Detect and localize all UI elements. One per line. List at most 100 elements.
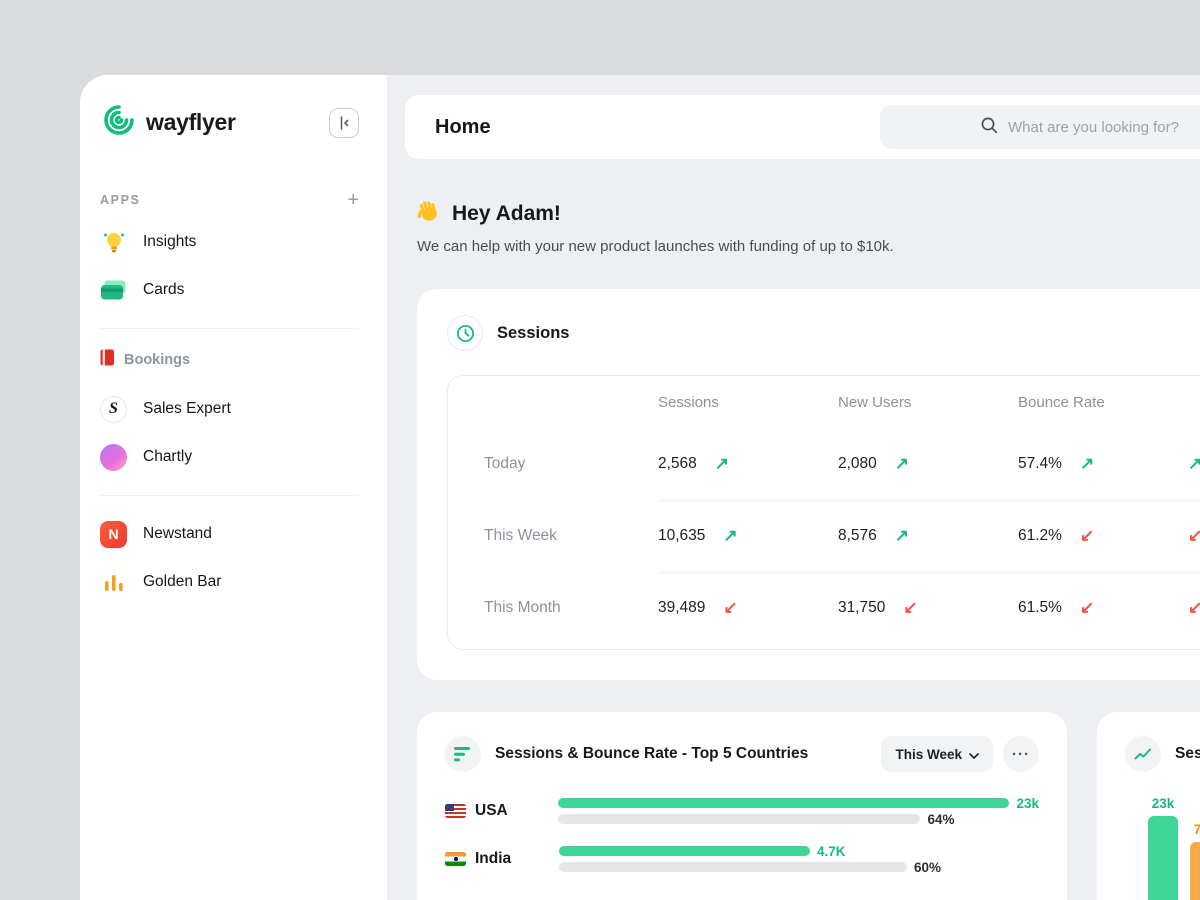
- clipped-trend-cell: ↗: [1188, 454, 1200, 474]
- metric-cell: 2,080 ↗: [838, 454, 1018, 474]
- trend-up-icon: ↗: [723, 526, 737, 546]
- green-card-icon: [100, 280, 127, 300]
- more-options-button[interactable]: ···: [1003, 736, 1039, 772]
- metric-cell: 31,750↙: [838, 598, 1018, 618]
- clipped-trend-cell: ↙: [1188, 598, 1200, 618]
- trend-up-icon: ↗: [895, 526, 909, 546]
- trend-down-icon: ↙: [723, 598, 737, 618]
- bookings-menu: S Sales Expert Chartly: [100, 385, 359, 481]
- greeting-subtitle: We can help with your new product launch…: [417, 238, 1200, 255]
- add-app-button[interactable]: +: [347, 190, 359, 210]
- metric-value: 31,750: [838, 599, 885, 617]
- search-icon: [980, 116, 998, 139]
- country-row: USA23k64%: [445, 798, 1039, 824]
- menu-item-label: Chartly: [143, 448, 192, 466]
- search-input[interactable]: [1008, 119, 1200, 136]
- sessions-table: Sessions New Users Bounce Rate Today2,56…: [447, 375, 1200, 650]
- trend-down-icon: ↙: [1188, 598, 1200, 617]
- top-bar: Home: [405, 95, 1200, 159]
- countries-card-title: Sessions & Bounce Rate - Top 5 Countries: [495, 745, 808, 763]
- trend-down-icon: ↙: [1080, 598, 1094, 618]
- metric-cell: 39,489↙: [658, 598, 838, 618]
- trend-up-icon: ↗: [895, 454, 909, 474]
- bounce-bar-line: 60%: [559, 862, 941, 872]
- sessions-card: Sessions Sessions New Users Bounce Rate …: [417, 289, 1200, 680]
- mini-bar: [1190, 842, 1200, 900]
- metric-cell: 61.5% ↙: [1018, 598, 1188, 618]
- metric-value: 2,080: [838, 455, 877, 473]
- table-row: This Week10,635 ↗ 8,576 ↗ 61.2%↙↙: [484, 500, 1200, 572]
- sessions-bar-line: 4.7K: [559, 846, 941, 856]
- mini-bar-value: 72k: [1194, 822, 1200, 837]
- sessions-table-rows: Today2,568↗2,080↗57.4%↗↗This Week10,635↗…: [484, 428, 1200, 644]
- sidebar-item-insights[interactable]: Insights: [100, 218, 359, 266]
- sessions-mini-card: Sessions 23k72k: [1097, 712, 1200, 900]
- menu-item-label: Golden Bar: [143, 573, 221, 591]
- mini-bar-column: 72k: [1190, 822, 1200, 900]
- column-header-bounce-rate: Bounce Rate: [1018, 394, 1188, 411]
- sessions-bar: [559, 846, 810, 856]
- country-row: India 4.7K 60%: [445, 846, 1039, 872]
- chevron-down-icon: [969, 747, 979, 762]
- menu-item-label: Cards: [143, 281, 184, 299]
- table-header-row: Sessions New Users Bounce Rate: [484, 376, 1200, 428]
- countries-card: Sessions & Bounce Rate - Top 5 Countries…: [417, 712, 1067, 900]
- countries-chart: USA23k64%India4.7K60%: [445, 798, 1039, 872]
- bar-chart-icon: [445, 736, 481, 772]
- sidebar-divider: [100, 495, 359, 496]
- sidebar-item-cards[interactable]: Cards: [100, 266, 359, 314]
- trend-down-icon: ↙: [1080, 526, 1094, 546]
- sessions-card-title: Sessions: [497, 324, 569, 343]
- bottom-cards-row: Sessions & Bounce Rate - Top 5 Countries…: [417, 712, 1200, 900]
- sidebar-item-sales-expert[interactable]: S Sales Expert: [100, 385, 359, 433]
- india-flag-icon: [445, 852, 466, 866]
- brand: wayflyer: [100, 101, 236, 144]
- metric-cell: 57.4%↗: [1018, 454, 1188, 474]
- sidebar-divider: [100, 328, 359, 329]
- search-box[interactable]: [880, 105, 1200, 149]
- lightbulb-icon: [100, 230, 127, 254]
- country-label: USA: [475, 802, 508, 820]
- mini-bar-value: 23k: [1152, 796, 1175, 811]
- apps-section-label: APPS: [100, 193, 140, 207]
- table-row: Today2,568↗2,080↗57.4%↗↗: [484, 428, 1200, 500]
- bounce-bar: [558, 814, 920, 824]
- sidebar: wayflyer APPS +: [80, 75, 387, 900]
- trend-down-icon: ↙: [1188, 526, 1200, 545]
- metric-cell: 10,635 ↗: [658, 526, 838, 546]
- time-filter-dropdown[interactable]: This Week: [881, 736, 993, 772]
- metric-cell: 2,568↗: [658, 454, 838, 474]
- apps-menu: Insights Cards: [100, 218, 359, 314]
- wayflyer-logo-icon: [100, 101, 138, 144]
- metric-cell: 61.2%↙: [1018, 526, 1188, 546]
- golden-bar-icon: [100, 573, 127, 591]
- country-name: India: [445, 850, 559, 868]
- sessions-bar: [558, 798, 1009, 808]
- sidebar-item-golden-bar[interactable]: Golden Bar: [100, 558, 359, 606]
- row-label: This Week: [484, 527, 658, 545]
- wave-hand-icon: [417, 199, 442, 229]
- greeting-block: Hey Adam! We can help with your new prod…: [417, 199, 1200, 255]
- country-label: India: [475, 850, 511, 868]
- country-bars: 23k64%: [558, 798, 1039, 824]
- mini-bar: [1148, 816, 1178, 900]
- bounce-value: 60%: [914, 860, 941, 875]
- sessions-bar-line: 23k: [558, 798, 1039, 808]
- trend-up-icon: ↗: [1188, 454, 1200, 473]
- metric-value: 10,635: [658, 527, 705, 545]
- sidebar-item-chartly[interactable]: Chartly: [100, 433, 359, 481]
- red-book-icon: [100, 349, 115, 371]
- bounce-bar: [559, 862, 907, 872]
- bookings-section-header: Bookings: [100, 343, 359, 377]
- page-title: Home: [435, 116, 491, 139]
- sidebar-collapse-button[interactable]: [329, 108, 359, 138]
- bounce-value: 64%: [927, 812, 954, 827]
- metric-value: 2,568: [658, 455, 697, 473]
- sidebar-item-newstand[interactable]: N Newstand: [100, 510, 359, 558]
- metric-value: 61.5%: [1018, 599, 1062, 617]
- tools-menu: N Newstand Golden Bar: [100, 510, 359, 606]
- sessions-value: 4.7K: [817, 844, 846, 859]
- metric-value: 8,576: [838, 527, 877, 545]
- metric-value: 57.4%: [1018, 455, 1062, 473]
- column-header-new-users: New Users: [838, 394, 1018, 411]
